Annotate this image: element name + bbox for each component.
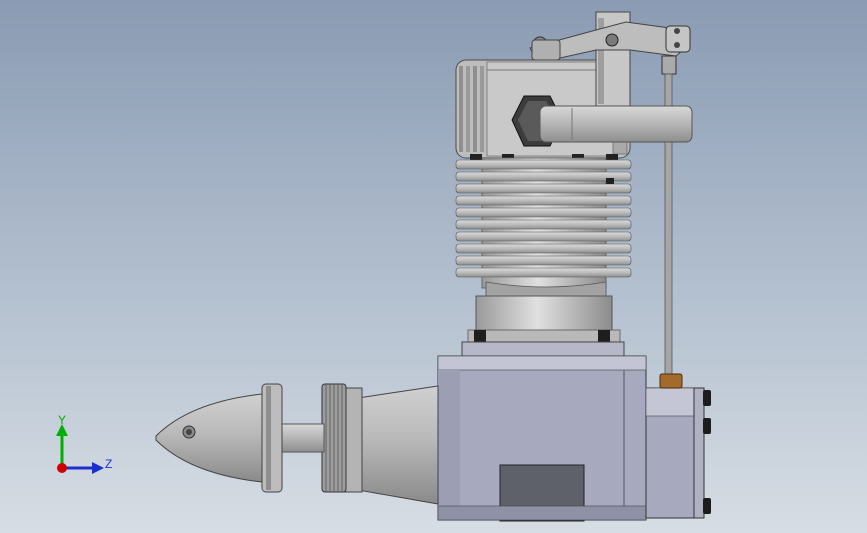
z-axis-label: Z <box>105 457 112 471</box>
crankshaft <box>279 423 325 453</box>
engine-model[interactable] <box>0 0 867 533</box>
prop-washer <box>261 383 283 493</box>
origin-icon <box>57 463 67 473</box>
cylinder-sleeve <box>467 295 621 345</box>
axis-triad: Y Z <box>56 413 112 474</box>
spinner-cone <box>155 393 263 483</box>
y-axis-label: Y <box>58 413 66 427</box>
cylinder-fins <box>455 157 632 301</box>
z-arrow-icon <box>92 462 104 474</box>
cad-viewport[interactable]: Y Z <box>0 0 867 533</box>
front-housing <box>321 383 439 505</box>
